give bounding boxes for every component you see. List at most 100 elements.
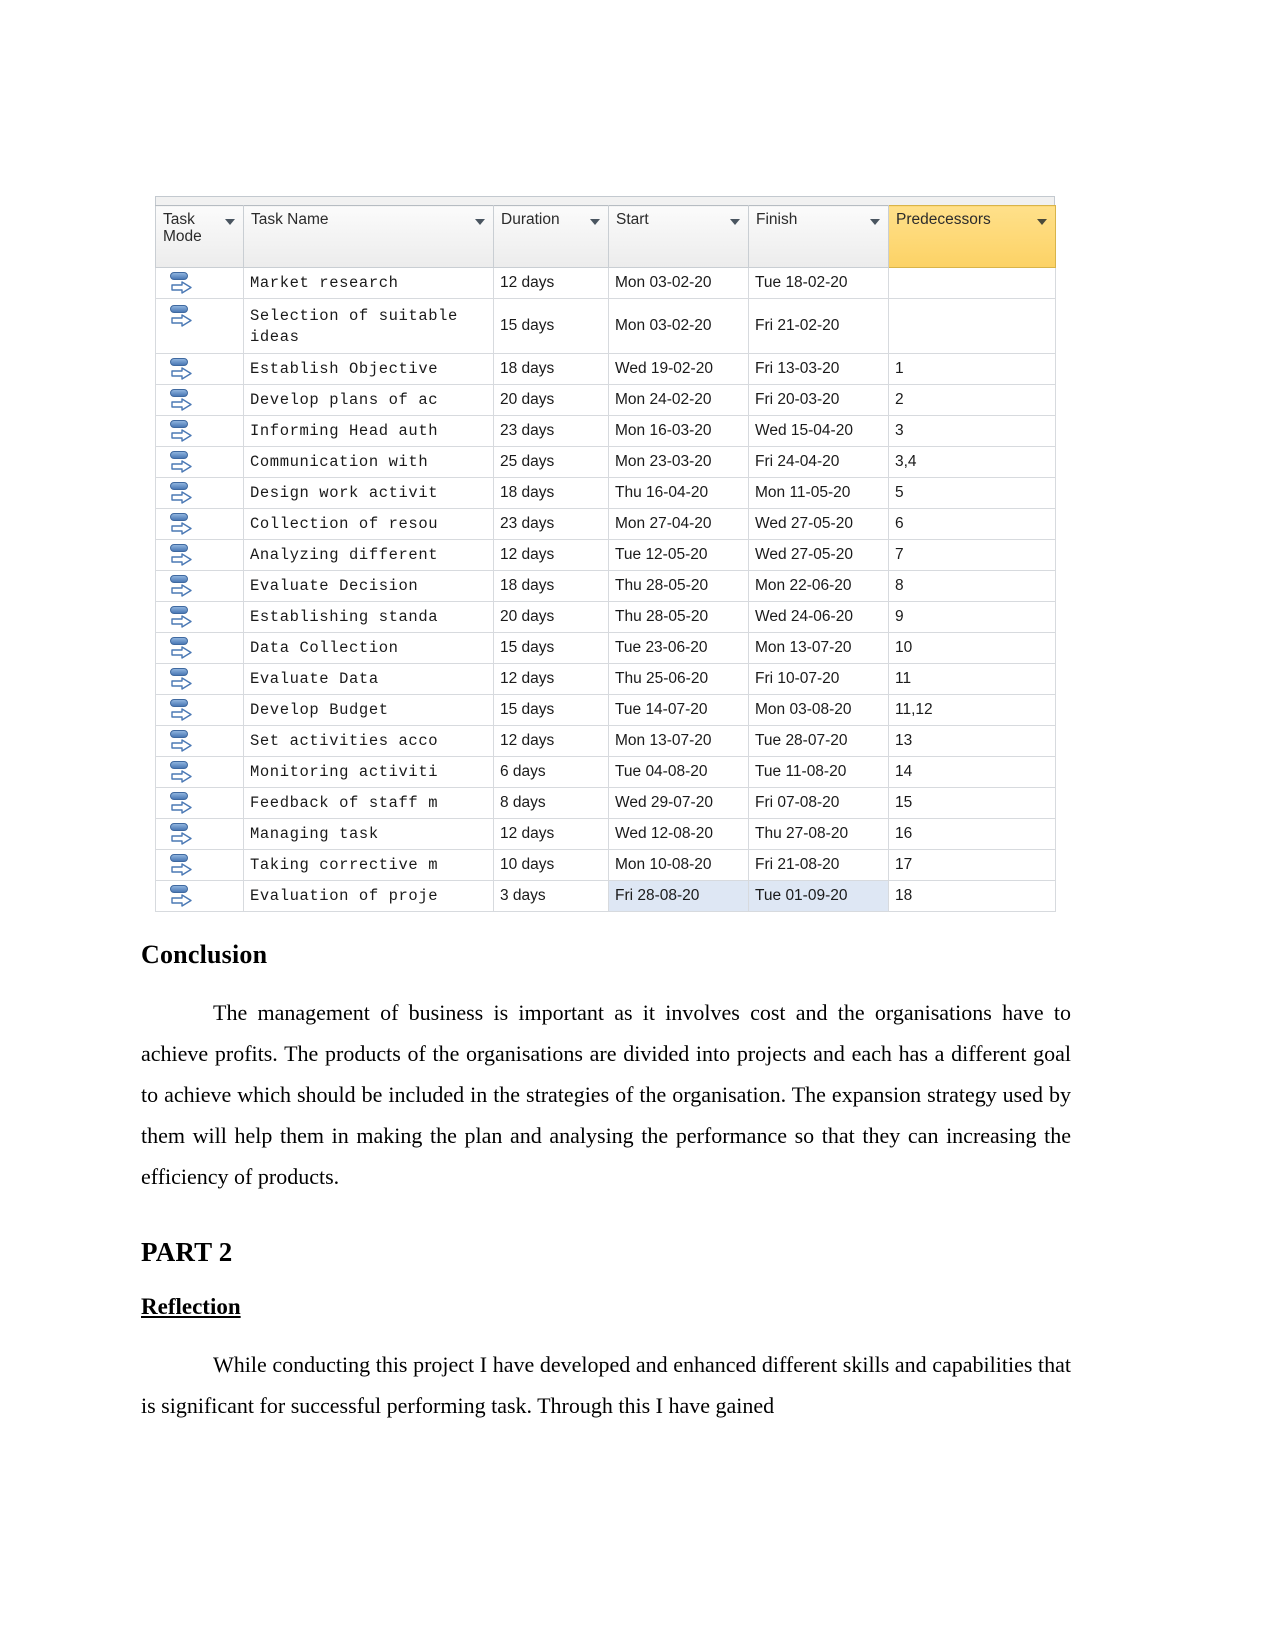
cell-start[interactable]: Mon 23-03-20	[608, 446, 749, 478]
table-row[interactable]: Collection of resou 23 days Mon 27-04-20 We…	[155, 508, 1056, 540]
cell-duration[interactable]: 12 days	[493, 267, 609, 299]
cell-task-name[interactable]: Analyzing different	[243, 539, 494, 571]
filter-dropdown-icon[interactable]	[590, 219, 600, 225]
cell-predecessors[interactable]: 3,4	[888, 446, 1056, 478]
cell-duration[interactable]: 12 days	[493, 725, 609, 757]
cell-start[interactable]: Thu 16-04-20	[608, 477, 749, 509]
cell-predecessors[interactable]: 18	[888, 880, 1056, 912]
cell-duration[interactable]: 6 days	[493, 756, 609, 788]
cell-start[interactable]: Tue 04-08-20	[608, 756, 749, 788]
auto-scheduled-icon[interactable]	[170, 699, 196, 721]
cell-task-name[interactable]: Establish Objective	[243, 353, 494, 385]
cell-predecessors[interactable]: 11	[888, 663, 1056, 695]
auto-scheduled-icon[interactable]	[170, 606, 196, 628]
cell-finish[interactable]: Fri 21-08-20	[748, 849, 889, 881]
cell-task-name[interactable]: Develop Budget	[243, 694, 494, 726]
table-row[interactable]: Data Collection 15 days Tue 23-06-20 Mon 13…	[155, 632, 1056, 664]
auto-scheduled-icon[interactable]	[170, 544, 196, 566]
auto-scheduled-icon[interactable]	[170, 637, 196, 659]
cell-task-name[interactable]: Monitoring activiti	[243, 756, 494, 788]
cell-task-mode[interactable]	[155, 508, 244, 540]
column-header-predecessors[interactable]: Predecessors	[888, 205, 1056, 268]
cell-task-mode[interactable]	[155, 415, 244, 447]
column-header-task-mode[interactable]: Task Mode	[155, 205, 244, 268]
cell-predecessors[interactable]	[888, 267, 1056, 299]
auto-scheduled-icon[interactable]	[170, 761, 196, 783]
cell-task-mode[interactable]	[155, 539, 244, 571]
column-header-duration[interactable]: Duration	[493, 205, 609, 268]
cell-start[interactable]: Mon 10-08-20	[608, 849, 749, 881]
auto-scheduled-icon[interactable]	[170, 358, 196, 380]
cell-task-mode[interactable]	[155, 384, 244, 416]
cell-task-mode[interactable]	[155, 880, 244, 912]
column-header-finish[interactable]: Finish	[748, 205, 889, 268]
table-row[interactable]: Evaluate Data 12 days Thu 25-06-20 Fri 10-0…	[155, 663, 1056, 695]
cell-duration[interactable]: 23 days	[493, 508, 609, 540]
column-header-start[interactable]: Start	[608, 205, 749, 268]
cell-start[interactable]: Mon 03-02-20	[608, 267, 749, 299]
table-row[interactable]: Taking corrective m 10 days Mon 10-08-20 Fr…	[155, 849, 1056, 881]
table-row[interactable]: Set activities acco 12 days Mon 13-07-20 Tu…	[155, 725, 1056, 757]
cell-task-mode[interactable]	[155, 787, 244, 819]
cell-task-name[interactable]: Informing Head auth	[243, 415, 494, 447]
table-row[interactable]: Selection of suitable ideas 15 days Mon 03…	[155, 298, 1056, 354]
cell-start[interactable]: Thu 28-05-20	[608, 570, 749, 602]
cell-task-name[interactable]: Communication with	[243, 446, 494, 478]
cell-task-mode[interactable]	[155, 298, 244, 354]
cell-start[interactable]: Mon 13-07-20	[608, 725, 749, 757]
cell-predecessors[interactable]: 14	[888, 756, 1056, 788]
cell-duration[interactable]: 20 days	[493, 601, 609, 633]
table-row[interactable]: Design work activit 18 days Thu 16-04-20 Mo…	[155, 477, 1056, 509]
cell-finish[interactable]: Fri 13-03-20	[748, 353, 889, 385]
auto-scheduled-icon[interactable]	[170, 792, 196, 814]
cell-start[interactable]: Tue 14-07-20	[608, 694, 749, 726]
cell-duration[interactable]: 23 days	[493, 415, 609, 447]
cell-duration[interactable]: 3 days	[493, 880, 609, 912]
cell-task-name[interactable]: Evaluate Data	[243, 663, 494, 695]
cell-predecessors[interactable]: 1	[888, 353, 1056, 385]
cell-task-mode[interactable]	[155, 694, 244, 726]
cell-finish[interactable]: Tue 11-08-20	[748, 756, 889, 788]
cell-task-mode[interactable]	[155, 570, 244, 602]
cell-task-mode[interactable]	[155, 267, 244, 299]
cell-task-name[interactable]: Establishing standa	[243, 601, 494, 633]
cell-duration[interactable]: 12 days	[493, 539, 609, 571]
cell-predecessors[interactable]: 2	[888, 384, 1056, 416]
auto-scheduled-icon[interactable]	[170, 389, 196, 411]
cell-duration[interactable]: 10 days	[493, 849, 609, 881]
cell-finish[interactable]: Fri 10-07-20	[748, 663, 889, 695]
cell-task-mode[interactable]	[155, 663, 244, 695]
cell-finish[interactable]: Fri 21-02-20	[748, 298, 889, 354]
auto-scheduled-icon[interactable]	[170, 575, 196, 597]
table-row[interactable]: Establish Objective 18 days Wed 19-02-20 Fr…	[155, 353, 1056, 385]
cell-task-name[interactable]: Market research	[243, 267, 494, 299]
table-row[interactable]: Evaluate Decision 18 days Thu 28-05-20 Mon …	[155, 570, 1056, 602]
cell-finish[interactable]: Tue 28-07-20	[748, 725, 889, 757]
cell-predecessors[interactable]: 17	[888, 849, 1056, 881]
cell-task-name[interactable]: Set activities acco	[243, 725, 494, 757]
cell-predecessors[interactable]: 8	[888, 570, 1056, 602]
cell-duration[interactable]: 15 days	[493, 694, 609, 726]
table-row[interactable]: Managing task 12 days Wed 12-08-20 Thu 27-0…	[155, 818, 1056, 850]
cell-finish[interactable]: Wed 15-04-20	[748, 415, 889, 447]
cell-task-mode[interactable]	[155, 601, 244, 633]
cell-predecessors[interactable]: 15	[888, 787, 1056, 819]
column-header-task-name[interactable]: Task Name	[243, 205, 494, 268]
cell-start[interactable]: Wed 29-07-20	[608, 787, 749, 819]
cell-duration[interactable]: 12 days	[493, 818, 609, 850]
cell-task-name[interactable]: Design work activit	[243, 477, 494, 509]
cell-duration[interactable]: 15 days	[493, 298, 609, 354]
cell-task-mode[interactable]	[155, 725, 244, 757]
table-row[interactable]: Develop Budget 15 days Tue 14-07-20 Mon 03-…	[155, 694, 1056, 726]
filter-dropdown-icon[interactable]	[475, 219, 485, 225]
cell-finish[interactable]: Tue 18-02-20	[748, 267, 889, 299]
auto-scheduled-icon[interactable]	[170, 451, 196, 473]
cell-finish[interactable]: Fri 20-03-20	[748, 384, 889, 416]
cell-start[interactable]: Mon 16-03-20	[608, 415, 749, 447]
cell-finish[interactable]: Fri 07-08-20	[748, 787, 889, 819]
cell-finish[interactable]: Wed 27-05-20	[748, 508, 889, 540]
cell-finish[interactable]: Thu 27-08-20	[748, 818, 889, 850]
cell-start[interactable]: Mon 27-04-20	[608, 508, 749, 540]
filter-dropdown-icon[interactable]	[870, 219, 880, 225]
cell-predecessors[interactable]: 3	[888, 415, 1056, 447]
